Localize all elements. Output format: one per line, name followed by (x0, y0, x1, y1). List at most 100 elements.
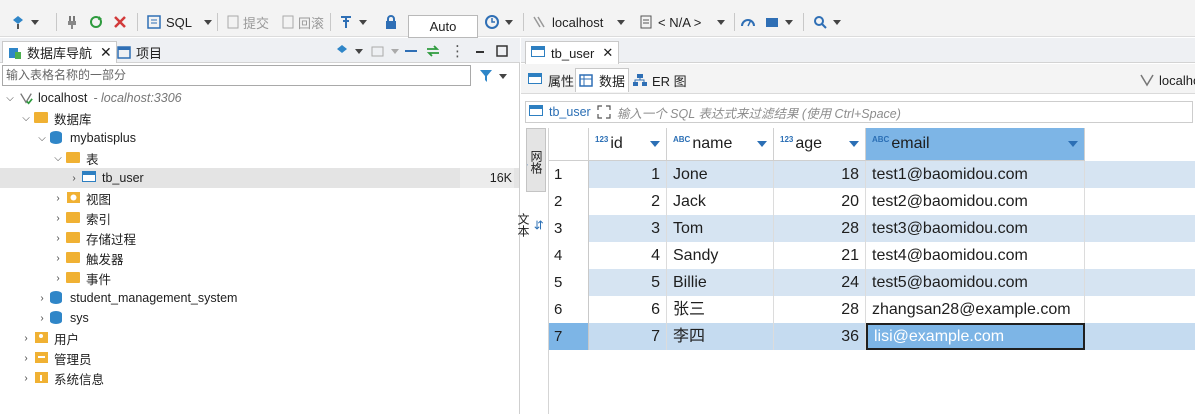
cell-email[interactable]: test3@baomidou.com (866, 215, 1085, 242)
tab-tb-user[interactable]: tb_user ✕ (525, 41, 620, 64)
row-number[interactable]: 2 (549, 188, 589, 215)
cell-name[interactable]: Billie (667, 269, 774, 296)
table-row[interactable]: 5 5 Billie 24 test5@baomidou.com (549, 269, 1195, 296)
cell-id[interactable]: 2 (589, 188, 667, 215)
cell-email[interactable]: test5@baomidou.com (866, 269, 1085, 296)
cell-name[interactable]: Jone (667, 161, 774, 188)
commit-button[interactable]: 提交 (225, 12, 269, 32)
cell-id[interactable]: 3 (589, 215, 667, 242)
chevron-down-icon[interactable]: ⌵ (20, 112, 32, 124)
close-icon[interactable]: ✕ (100, 44, 112, 61)
tab-database-navigator[interactable]: 数据库导航 ✕ (2, 41, 117, 63)
chevron-right-icon[interactable]: › (52, 192, 64, 204)
result-filter-bar[interactable]: tb_user 输入一个 SQL 表达式来过滤结果 (使用 Ctrl+Space… (525, 101, 1193, 123)
table-filter-input[interactable]: 输入表格名称的一部分 (2, 65, 471, 86)
cell-name[interactable]: Jack (667, 188, 774, 215)
dashboard-button[interactable] (740, 12, 756, 32)
chevron-right-icon[interactable]: › (52, 232, 64, 244)
chevron-right-icon[interactable]: › (20, 372, 32, 384)
cell-age[interactable]: 36 (774, 323, 866, 350)
table-row-selected[interactable]: 7 7 李四 36 lisi@example.com (549, 323, 1195, 350)
tree-item-procedures[interactable]: › 存储过程 (0, 228, 519, 248)
chevron-right-icon[interactable]: › (20, 332, 32, 344)
tree-item-triggers[interactable]: › 触发器 (0, 248, 519, 268)
row-number[interactable]: 1 (549, 161, 589, 188)
connection-indicator[interactable]: localho (1136, 68, 1195, 92)
table-row[interactable]: 1 1 Jone 18 test1@baomidou.com (549, 161, 1195, 188)
tab-grid-view[interactable]: 网格 (526, 128, 546, 192)
search-button[interactable] (812, 12, 841, 32)
view-menu-button[interactable]: ⋮ (450, 41, 465, 61)
column-header-age[interactable]: 123 age (774, 128, 866, 161)
cell-email-editing[interactable]: lisi@example.com (866, 323, 1085, 350)
cell-age[interactable]: 28 (774, 215, 866, 242)
close-icon[interactable]: ✕ (602, 45, 613, 61)
chevron-right-icon[interactable]: › (36, 292, 48, 304)
transaction-mode-button[interactable] (338, 12, 367, 32)
cell-age[interactable]: 28 (774, 296, 866, 323)
tree-item-views[interactable]: › 视图 (0, 188, 519, 208)
tree-item-databases[interactable]: ⌵ 数据库 (0, 108, 519, 128)
history-button[interactable] (484, 12, 513, 32)
tree-item-mybatisplus[interactable]: ⌵ mybatisplus (0, 128, 519, 148)
chevron-down-icon[interactable]: ⌵ (36, 132, 48, 144)
cell-email[interactable]: test2@baomidou.com (866, 188, 1085, 215)
table-row[interactable]: 6 6 张三 28 zhangsan28@example.com (549, 296, 1195, 323)
cell-age[interactable]: 24 (774, 269, 866, 296)
filter-expression-input[interactable]: 输入一个 SQL 表达式来过滤结果 (使用 Ctrl+Space) (617, 103, 901, 122)
row-number[interactable]: 5 (549, 269, 589, 296)
tree-item-tb-user[interactable]: › tb_user 16K (0, 168, 519, 188)
row-number[interactable]: 4 (549, 242, 589, 269)
maximize-button[interactable] (494, 41, 510, 61)
tab-data[interactable]: 数据 (575, 68, 630, 92)
active-schema-select[interactable]: < N/A > (638, 12, 726, 32)
chevron-right-icon[interactable]: › (52, 212, 64, 224)
table-row[interactable]: 2 2 Jack 20 test2@baomidou.com (549, 188, 1195, 215)
table-row[interactable]: 3 3 Tom 28 test3@baomidou.com (549, 215, 1195, 242)
cell-name[interactable]: 李四 (667, 323, 774, 350)
column-header-id[interactable]: 123 id (589, 128, 667, 161)
column-header-email[interactable]: ABC email (866, 128, 1085, 161)
cell-id[interactable]: 5 (589, 269, 667, 296)
chevron-down-icon[interactable]: ⌵ (4, 92, 16, 104)
tree-item-administer[interactable]: › 管理员 (0, 348, 519, 368)
tree-item-sys[interactable]: › sys (0, 308, 519, 328)
auto-commit-select[interactable]: Auto (408, 15, 478, 38)
rollback-button[interactable]: 回滚 (280, 12, 324, 32)
tab-text-view[interactable]: ⇆ 文本 (516, 198, 546, 248)
collapse-all-button[interactable] (403, 41, 419, 61)
chevron-right-icon[interactable]: › (52, 272, 64, 284)
sort-dropdown-icon[interactable] (1068, 141, 1078, 147)
cell-name[interactable]: Tom (667, 215, 774, 242)
sort-dropdown-icon[interactable] (650, 141, 660, 147)
table-row[interactable]: 4 4 Sandy 21 test4@baomidou.com (549, 242, 1195, 269)
cell-email[interactable]: zhangsan28@example.com (866, 296, 1085, 323)
tree-item-system-info[interactable]: › 系统信息 (0, 368, 519, 388)
cell-id[interactable]: 4 (589, 242, 667, 269)
row-number[interactable]: 6 (549, 296, 589, 323)
link-editor-button[interactable] (425, 41, 441, 61)
column-header-name[interactable]: ABC name (667, 128, 774, 161)
reconnect-button[interactable] (88, 12, 104, 32)
tools-button[interactable] (764, 12, 793, 32)
cell-email[interactable]: test1@baomidou.com (866, 161, 1085, 188)
sql-editor-button[interactable]: SQL (146, 12, 213, 32)
tab-er-diagram[interactable]: ER 图 (629, 68, 690, 92)
cell-age[interactable]: 21 (774, 242, 866, 269)
disconnect-button[interactable] (112, 12, 128, 32)
active-connection-select[interactable]: localhost (532, 12, 626, 32)
lock-button[interactable] (383, 12, 399, 32)
new-folder-button[interactable] (370, 41, 399, 61)
row-number[interactable]: 3 (549, 215, 589, 242)
tree-item-student-management-system[interactable]: › student_management_system (0, 288, 519, 308)
tab-properties[interactable]: 属性 (525, 68, 577, 92)
sort-dropdown-icon[interactable] (757, 141, 767, 147)
cell-id[interactable]: 1 (589, 161, 667, 188)
chevron-right-icon[interactable]: › (52, 252, 64, 264)
connect-button[interactable] (64, 12, 80, 32)
tree-item-events[interactable]: › 事件 (0, 268, 519, 288)
filter-button[interactable] (478, 66, 507, 86)
cell-email[interactable]: test4@baomidou.com (866, 242, 1085, 269)
cell-name[interactable]: Sandy (667, 242, 774, 269)
cell-id[interactable]: 7 (589, 323, 667, 350)
